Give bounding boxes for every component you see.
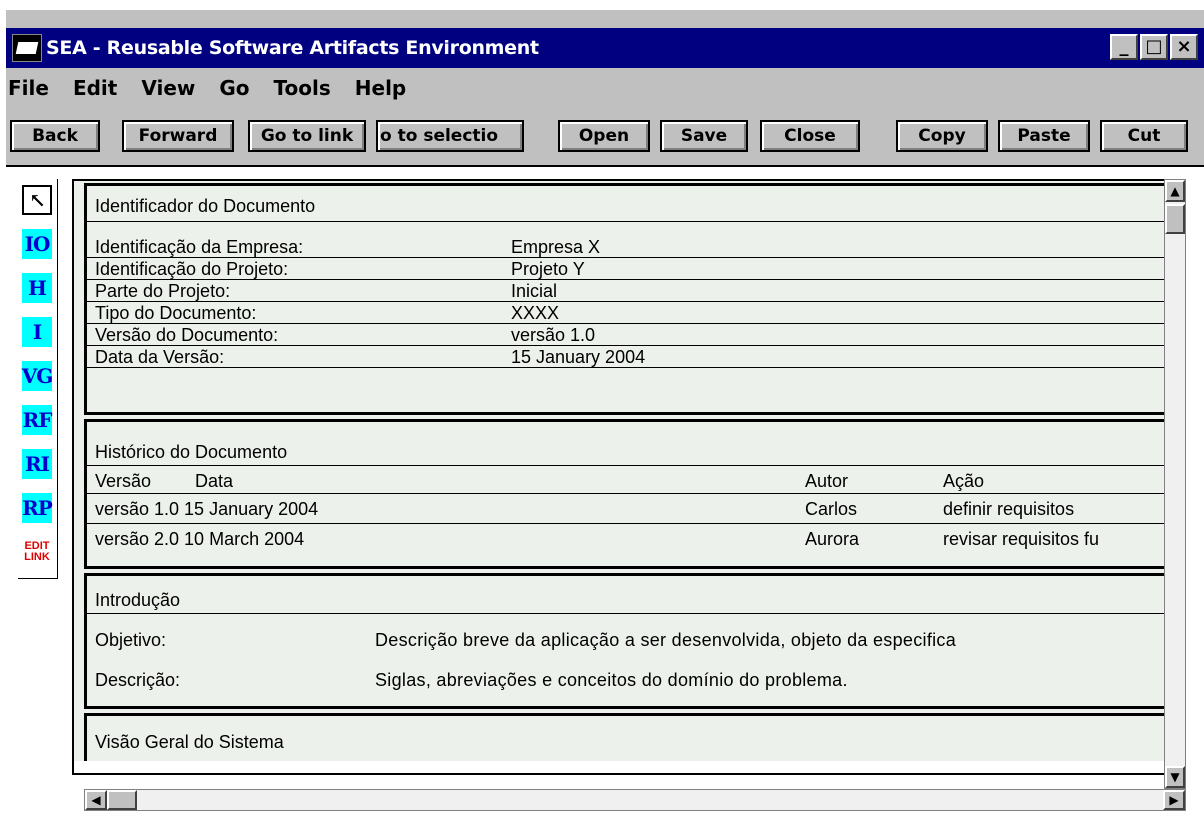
table-row: versão 2.0 10 March 2004 Aurora revisar … [95,529,1100,549]
section-identificador[interactable]: Identificador do Documento Identificação… [84,183,1164,415]
palette-vg-button[interactable]: VG [22,361,53,391]
menu-help[interactable]: Help [343,76,418,100]
table-row: Data da Versão: 15 January 2004 [87,346,1164,368]
table-row: Parte do Projeto: Inicial [87,280,1164,302]
section-heading: Visão Geral do Sistema [95,732,284,752]
menu-file[interactable]: File [6,76,61,100]
toolbar: Back Forward Go to link o to selectio Op… [6,116,1204,156]
cut-button[interactable]: Cut [1100,120,1188,152]
go-to-selection-button[interactable]: o to selectio [376,120,524,152]
minimize-button[interactable]: _ [1110,34,1138,60]
section-visao-geral[interactable]: Visão Geral do Sistema [84,713,1164,761]
descricao-label: Descrição: [95,670,181,690]
main-area: ↖ IO H I VG RF RI RP EDIT LINK Identific… [6,165,1204,822]
table-row: Versão do Documento: versão 1.0 [87,324,1164,346]
scroll-up-icon[interactable]: ▲ [1165,180,1185,202]
menu-view[interactable]: View [129,76,207,100]
table-row: versão 1.0 15 January 2004 Carlos defini… [87,494,1164,524]
table-row: Identificação do Projeto: Projeto Y [87,258,1164,280]
scroll-thumb-horizontal[interactable] [107,790,137,810]
forward-button[interactable]: Forward [122,120,234,152]
menu-edit[interactable]: Edit [61,76,129,100]
maximize-button[interactable]: □ [1140,34,1168,60]
scroll-down-icon[interactable]: ▼ [1165,766,1185,788]
table-row: Tipo do Documento: XXXX [87,302,1164,324]
document-view: Identificador do Documento Identificação… [72,179,1184,775]
app-window: SEA - Reusable Software Artifacts Enviro… [6,10,1204,822]
scroll-right-icon[interactable]: ▶ [1163,790,1185,810]
window-title: SEA - Reusable Software Artifacts Enviro… [46,37,539,59]
scroll-thumb[interactable] [1165,204,1185,234]
back-button[interactable]: Back [10,120,100,152]
objetivo-label: Objetivo: [95,630,167,650]
palette-i-button[interactable]: I [22,317,52,347]
save-button[interactable]: Save [660,120,748,152]
menu-go[interactable]: Go [207,76,261,100]
vertical-scrollbar[interactable]: ▲ ▼ [1164,179,1186,789]
palette-rp-button[interactable]: RP [22,493,53,523]
horizontal-scrollbar[interactable]: ◀ ▶ [84,789,1186,811]
objetivo-value: Descrição breve da aplicação a ser desen… [375,630,957,650]
close-button[interactable]: × [1170,34,1198,60]
scroll-left-icon[interactable]: ◀ [85,790,107,810]
menu-tools[interactable]: Tools [262,76,343,100]
close-doc-button[interactable]: Close [760,120,860,152]
edit-link-button[interactable]: EDIT LINK [22,537,52,567]
palette-rf-button[interactable]: RF [22,405,52,435]
edit-link-line2: LINK [24,551,50,563]
open-button[interactable]: Open [558,120,650,152]
document-canvas: Identificador do Documento Identificação… [74,181,1164,761]
palette-h-button[interactable]: H [22,273,52,303]
section-introducao[interactable]: Introdução Objetivo: Descrição breve da … [84,573,1164,709]
go-to-link-button[interactable]: Go to link [248,120,366,152]
copy-button[interactable]: Copy [896,120,988,152]
palette-ri-button[interactable]: RI [22,449,52,479]
title-bar[interactable]: SEA - Reusable Software Artifacts Enviro… [6,28,1204,68]
app-icon [12,34,42,62]
pointer-tool-icon[interactable]: ↖ [22,185,52,215]
tool-palette: ↖ IO H I VG RF RI RP EDIT LINK [18,179,58,579]
palette-io-button[interactable]: IO [22,229,52,259]
descricao-value: Siglas, abreviações e conceitos do domín… [375,670,848,690]
table-row: Identificação da Empresa: Empresa X [87,236,1164,258]
paste-button[interactable]: Paste [998,120,1090,152]
table-header: Versão Data Autor Ação [87,468,1164,494]
menu-bar: File Edit View Go Tools Help [6,70,1204,106]
section-historico[interactable]: Histórico do Documento Versão Data Autor… [84,419,1164,569]
